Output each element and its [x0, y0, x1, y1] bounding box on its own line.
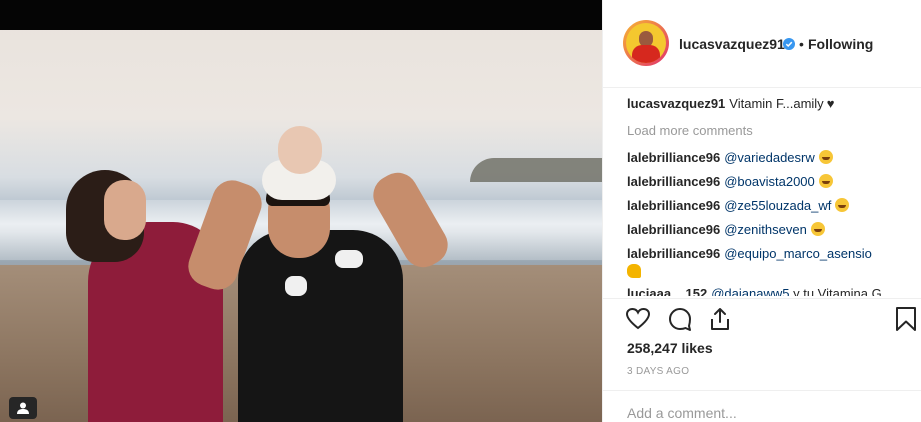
comment-author[interactable]: lalebrilliance96: [627, 198, 720, 213]
post-photo[interactable]: [0, 0, 602, 422]
photo-top-bar: [0, 0, 602, 30]
comment-row-partial: luciaaa__152 @daianaww5 y tu Vitamina G: [627, 286, 882, 296]
laughing-emoji: [835, 198, 850, 212]
comment-author[interactable]: lalebrilliance96: [627, 222, 720, 237]
post-header: lucasvazquez91 • Following: [603, 0, 921, 88]
person-icon: [17, 402, 29, 414]
comment-text: y tu Vitamina G: [793, 286, 882, 296]
add-comment-input[interactable]: Add a comment...: [627, 405, 737, 421]
comment-author[interactable]: lalebrilliance96: [627, 174, 720, 189]
caption: lucasvazquez91 Vitamin F...amily ♥: [627, 96, 834, 111]
laughing-emoji: [818, 174, 833, 188]
laughing-emoji: [818, 150, 833, 164]
divider: [603, 298, 921, 299]
caption-author[interactable]: lucasvazquez91: [627, 96, 725, 111]
comment-mention[interactable]: @equipo_marco_asensio: [724, 246, 872, 261]
comment-author[interactable]: lalebrilliance96: [627, 246, 720, 261]
comment-mention[interactable]: @daianaww5: [711, 286, 789, 296]
post-side-panel: lucasvazquez91 • Following lucasvazquez9…: [602, 0, 921, 422]
load-more-comments-button[interactable]: Load more comments: [627, 123, 753, 138]
laughing-emoji: [810, 222, 825, 236]
comment-mention[interactable]: @zenithseven: [724, 222, 807, 237]
comment-row: lalebrilliance96 @boavista2000: [627, 174, 833, 189]
post-timestamp[interactable]: 3 DAYS AGO: [627, 366, 689, 377]
comment-row: lalebrilliance96 @zenithseven: [627, 222, 825, 237]
comment-row: lalebrilliance96 @ze55louzada_wf: [627, 198, 850, 213]
following-button[interactable]: Following: [808, 36, 873, 52]
comments-list[interactable]: lucasvazquez91 Vitamin F...amily ♥ Load mo…: [627, 96, 917, 296]
avatar[interactable]: [626, 23, 666, 63]
comment-author[interactable]: luciaaa__152: [627, 286, 707, 296]
author-username[interactable]: lucasvazquez91: [679, 36, 785, 52]
caption-text: Vitamin F...amily: [729, 96, 824, 111]
comment-mention[interactable]: @variedadesrw: [724, 150, 815, 165]
share-icon[interactable]: [707, 306, 733, 332]
heart-emoji: ♥: [826, 96, 835, 111]
comment-icon[interactable]: [667, 306, 693, 332]
heart-icon[interactable]: [625, 306, 651, 332]
comment-row: lalebrilliance96 @variedadesrw: [627, 150, 833, 165]
tagged-users-button[interactable]: [9, 397, 37, 419]
separator-dot: •: [799, 36, 804, 52]
flexed-biceps-emoji: [627, 264, 641, 278]
comment-row: lalebrilliance96 @equipo_marco_asensio: [627, 246, 872, 261]
comment-author[interactable]: lalebrilliance96: [627, 150, 720, 165]
comment-mention[interactable]: @boavista2000: [724, 174, 815, 189]
flexed-biceps-emoji-row: [627, 264, 641, 279]
verified-badge-icon: [783, 38, 795, 50]
post-actions: [625, 306, 916, 332]
bookmark-icon[interactable]: [893, 306, 919, 332]
comment-mention[interactable]: @ze55louzada_wf: [724, 198, 831, 213]
likes-count[interactable]: 258,247 likes: [627, 340, 713, 356]
divider: [603, 390, 921, 391]
